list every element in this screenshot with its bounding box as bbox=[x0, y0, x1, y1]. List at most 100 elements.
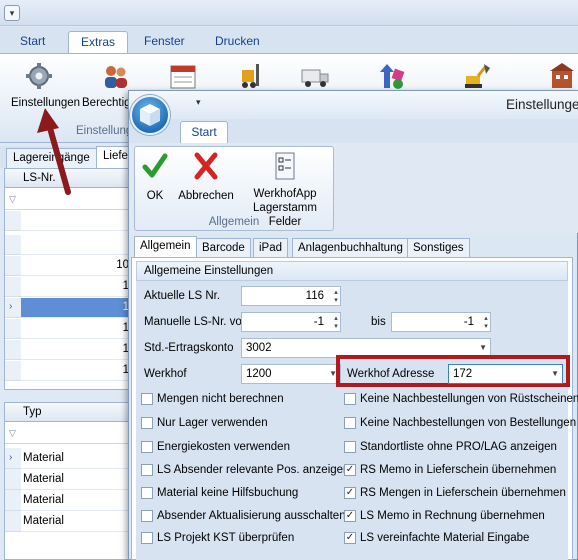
checkbox-box[interactable] bbox=[141, 532, 153, 544]
checkbox-mengen-nicht-berechnen[interactable]: Mengen nicht berechnen bbox=[141, 392, 284, 406]
list-item[interactable]: Material bbox=[21, 511, 131, 532]
werkhof-adresse-select[interactable]: 172 ▼ bbox=[448, 364, 563, 384]
row-selector[interactable] bbox=[5, 211, 21, 231]
quick-access-dropdown-icon[interactable]: ▾ bbox=[4, 5, 20, 21]
building-icon[interactable] bbox=[546, 62, 576, 90]
app-title-bar bbox=[0, 0, 578, 26]
checkbox-box[interactable] bbox=[141, 510, 153, 522]
filter-row-icon[interactable]: ▽ bbox=[5, 423, 131, 444]
checkbox-ls-projekt-kst[interactable]: LS Projekt KST überprüfen bbox=[141, 531, 294, 545]
row-selector[interactable] bbox=[5, 490, 21, 511]
truck-icon[interactable] bbox=[300, 62, 330, 90]
table-row[interactable] bbox=[21, 211, 131, 231]
chevron-down-icon[interactable]: ▼ bbox=[551, 365, 559, 383]
checkbox-label: LS vereinfachte Material Eingabe bbox=[360, 532, 530, 544]
row-selector[interactable] bbox=[5, 340, 21, 360]
checkbox-rs-memo-lieferschein[interactable]: ✓ RS Memo in Lieferschein übernehmen bbox=[344, 463, 556, 477]
list-item[interactable]: Material bbox=[21, 490, 131, 511]
tab-extras[interactable]: Extras bbox=[68, 31, 129, 53]
tab-ipad[interactable]: iPad bbox=[253, 238, 289, 258]
ok-button[interactable]: OK bbox=[140, 150, 170, 203]
row-selector[interactable] bbox=[5, 319, 21, 339]
tab-start[interactable]: Start bbox=[20, 31, 45, 53]
checkbox-box[interactable]: ✓ bbox=[344, 510, 356, 522]
manual-ls-from-stepper[interactable]: -1 bbox=[241, 312, 341, 332]
table-row[interactable]: 1 bbox=[21, 277, 131, 297]
checkbox-absender-aktualisierung[interactable]: Absender Aktualisierung ausschalten bbox=[141, 509, 346, 523]
row-selector[interactable] bbox=[5, 277, 21, 297]
checkbox-box[interactable] bbox=[344, 393, 356, 405]
checkbox-material-keine-hilfsbuchung[interactable]: Material keine Hilfsbuchung bbox=[141, 486, 298, 500]
berechtigungen-ribbon-label[interactable]: Berechtig bbox=[82, 97, 131, 109]
shapes-import-icon[interactable] bbox=[378, 62, 408, 90]
settings-gear-icon[interactable] bbox=[24, 62, 54, 90]
checkbox-box[interactable]: ✓ bbox=[344, 532, 356, 544]
table-row[interactable] bbox=[21, 235, 131, 255]
section-title: Allgemeine Einstellungen bbox=[136, 261, 568, 281]
table-row-selected[interactable]: 1 bbox=[21, 298, 131, 318]
column-header-ls-nr[interactable]: LS-Nr. bbox=[5, 169, 131, 188]
tab-fenster[interactable]: Fenster bbox=[144, 31, 185, 53]
current-row-indicator-icon[interactable]: › bbox=[5, 448, 21, 469]
row-selector[interactable] bbox=[5, 511, 21, 532]
table-row[interactable]: 1 bbox=[21, 319, 131, 339]
filter-row-icon[interactable]: ▽ bbox=[5, 189, 131, 210]
tab-barcode[interactable]: Barcode bbox=[196, 238, 251, 258]
checkbox-box[interactable] bbox=[344, 417, 356, 429]
ls-nr-stepper[interactable]: 116 bbox=[241, 286, 341, 306]
tab-lagereingaenge[interactable]: Lagereingänge bbox=[6, 148, 97, 168]
app-logo-icon[interactable] bbox=[130, 95, 170, 135]
excavator-icon[interactable] bbox=[462, 62, 492, 90]
tab-sonstiges[interactable]: Sonstiges bbox=[407, 238, 470, 258]
dialog-quick-access-icon[interactable]: ▾ bbox=[196, 97, 201, 108]
tab-anlagenbuchhaltung[interactable]: Anlagenbuchhaltung bbox=[292, 238, 409, 258]
row-selector[interactable] bbox=[5, 256, 21, 276]
checkbox-energiekosten[interactable]: Energiekosten verwenden bbox=[141, 440, 290, 454]
tab-allgemein[interactable]: Allgemein bbox=[134, 236, 197, 258]
checkbox-nur-lager[interactable]: Nur Lager verwenden bbox=[141, 416, 268, 430]
row-selector[interactable] bbox=[5, 469, 21, 490]
dialog-tab-start[interactable]: Start bbox=[180, 121, 228, 144]
list-item[interactable]: Material bbox=[21, 469, 131, 490]
checkbox-ls-vereinfachte-material[interactable]: ✓ LS vereinfachte Material Eingabe bbox=[344, 531, 529, 545]
werkhof-select[interactable]: 1200 ▼ bbox=[241, 364, 341, 384]
checklist-icon bbox=[275, 152, 295, 180]
checkbox-box[interactable]: ✓ bbox=[344, 487, 356, 499]
checkbox-ls-memo-rechnung[interactable]: ✓ LS Memo in Rechnung übernehmen bbox=[344, 509, 545, 523]
checkmark-icon bbox=[142, 153, 168, 178]
list-item[interactable]: Material bbox=[21, 448, 131, 469]
ertragskonto-label: Std.-Ertragskonto bbox=[144, 342, 234, 354]
current-row-indicator-icon[interactable]: › bbox=[5, 298, 21, 318]
checkbox-rs-mengen-lieferschein[interactable]: ✓ RS Mengen in Lieferschein übernehmen bbox=[344, 486, 566, 500]
manual-ls-to-label: bis bbox=[371, 316, 386, 328]
checkbox-box[interactable] bbox=[141, 487, 153, 499]
tab-drucken[interactable]: Drucken bbox=[215, 31, 260, 53]
checkbox-keine-nachbestellungen-bestellungen[interactable]: Keine Nachbestellungen von Bestellungen bbox=[344, 416, 576, 430]
users-permissions-icon[interactable] bbox=[100, 62, 130, 90]
table-row[interactable]: 10 bbox=[21, 256, 131, 276]
werkhof-value: 1200 bbox=[246, 368, 272, 380]
cancel-button-label: Abbrechen bbox=[178, 190, 234, 202]
checkbox-box[interactable] bbox=[344, 441, 356, 453]
checkbox-box[interactable] bbox=[141, 417, 153, 429]
checkbox-ls-absender-relevante[interactable]: LS Absender relevante Pos. anzeigen bbox=[141, 463, 349, 477]
checkbox-box[interactable] bbox=[141, 393, 153, 405]
manual-ls-to-stepper[interactable]: -1 bbox=[391, 312, 491, 332]
row-selector[interactable] bbox=[5, 235, 21, 255]
table-row[interactable]: 1 bbox=[21, 340, 131, 360]
column-header-typ[interactable]: Typ bbox=[5, 403, 131, 422]
forklift-icon[interactable] bbox=[236, 62, 266, 90]
cancel-button[interactable]: Abbrechen bbox=[178, 150, 234, 203]
red-x-icon bbox=[194, 152, 218, 180]
checkbox-label: LS Projekt KST überprüfen bbox=[157, 532, 295, 544]
row-selector[interactable] bbox=[5, 361, 21, 381]
checkbox-box[interactable] bbox=[141, 464, 153, 476]
checkbox-standortliste[interactable]: Standortliste ohne PRO/LAG anzeigen bbox=[344, 440, 557, 454]
calendar-icon[interactable] bbox=[168, 62, 198, 90]
checkbox-box[interactable] bbox=[141, 441, 153, 453]
checkbox-keine-nachbestellungen-ruestscheine[interactable]: Keine Nachbestellungen von Rüstscheinen bbox=[344, 392, 578, 406]
checkbox-box[interactable]: ✓ bbox=[344, 464, 356, 476]
checkbox-label: Mengen nicht berechnen bbox=[157, 393, 284, 405]
table-row[interactable]: 1 bbox=[21, 361, 131, 381]
einstellungen-ribbon-label[interactable]: Einstellungen bbox=[11, 97, 80, 109]
